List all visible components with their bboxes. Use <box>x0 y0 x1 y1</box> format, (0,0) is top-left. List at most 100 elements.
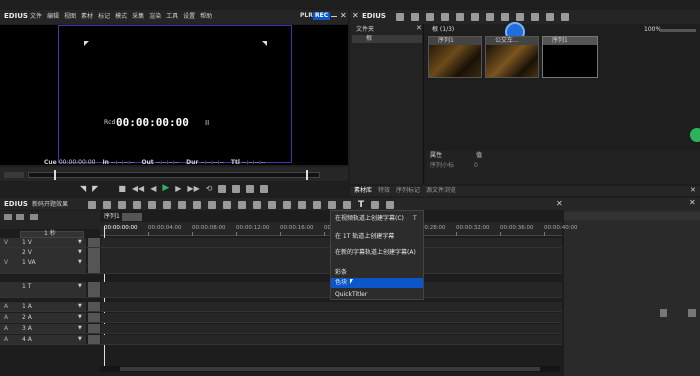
save-icon[interactable] <box>133 201 141 209</box>
track-row[interactable]: A 2 A ▼ <box>0 313 562 323</box>
track-sync-icon[interactable] <box>88 302 100 311</box>
cut-icon[interactable] <box>456 13 464 21</box>
menu-item[interactable]: 素材 <box>81 14 93 20</box>
list-icon[interactable] <box>386 201 395 209</box>
track-row[interactable]: 1 T ▼ <box>0 282 562 298</box>
track-header[interactable]: A 2 A ▼ <box>0 313 86 322</box>
track-sync-icon[interactable] <box>88 313 100 322</box>
menu-item[interactable]: 标记 <box>98 14 110 20</box>
bin-tab[interactable]: 源文件浏览 <box>426 186 456 196</box>
track-sync-icon[interactable] <box>88 258 100 273</box>
track-collapse-icon[interactable]: ▼ <box>78 284 82 289</box>
rec-toggle[interactable]: REC <box>313 12 331 20</box>
track-lane[interactable] <box>101 324 562 333</box>
menu-item[interactable]: 工具 <box>166 14 178 20</box>
copy-icon[interactable] <box>471 13 479 21</box>
timeline-hscroll-thumb[interactable] <box>120 367 540 371</box>
ripple-icon[interactable] <box>193 201 201 209</box>
context-menu-item[interactable]: 在新的字幕轨道上创建字幕(A) <box>331 248 423 258</box>
track-header[interactable]: A 3 A ▼ <box>0 324 86 333</box>
split-icon[interactable] <box>268 201 276 209</box>
scrub-handle[interactable] <box>54 170 56 180</box>
copy-icon[interactable] <box>163 201 171 209</box>
side-close-icon[interactable]: ✕ <box>689 199 696 207</box>
track-collapse-icon[interactable]: ▼ <box>78 304 82 309</box>
open-icon[interactable] <box>118 201 126 209</box>
track-header[interactable]: V 1 VA ▼ <box>0 258 86 273</box>
track-sync-icon[interactable] <box>88 324 100 333</box>
track-lane[interactable] <box>101 313 562 322</box>
add-clip-icon[interactable] <box>441 13 449 21</box>
side-grid-icon[interactable] <box>688 309 696 317</box>
bin-tabs-close-icon[interactable]: ✕ <box>690 187 696 194</box>
menu-item[interactable]: 设置 <box>183 14 195 20</box>
track-lane[interactable] <box>101 302 562 311</box>
bin-close-icon[interactable]: ✕ <box>352 12 359 20</box>
track-collapse-icon[interactable]: ▼ <box>78 240 82 245</box>
seq-tab-badge[interactable] <box>122 213 142 221</box>
track-collapse-icon[interactable]: ▼ <box>78 337 82 342</box>
view-mode-icon[interactable] <box>561 13 569 21</box>
audio-icon[interactable] <box>343 201 351 209</box>
transition-icon[interactable] <box>371 201 380 209</box>
context-menu-item[interactable]: QuickTitler <box>331 290 423 300</box>
scrub-left-icon[interactable] <box>4 172 24 178</box>
marker-icon[interactable] <box>253 201 261 209</box>
delete-icon[interactable] <box>501 13 509 21</box>
folder-icon[interactable] <box>426 13 434 21</box>
export-icon[interactable] <box>246 184 255 193</box>
sequence-icon[interactable] <box>88 201 96 209</box>
scrub-bar[interactable] <box>28 172 320 178</box>
properties-icon[interactable] <box>516 13 524 21</box>
undo-icon[interactable] <box>223 201 231 209</box>
context-menu-item[interactable]: 在视频轨道上创建字幕(C) T <box>331 214 423 224</box>
context-menu-item[interactable]: 在 1T 轨道上创建字幕 <box>331 232 423 242</box>
track-lock-icon[interactable] <box>16 214 24 220</box>
minimize-icon[interactable] <box>331 16 337 17</box>
track-row[interactable]: V 1 V ▼ <box>0 238 562 248</box>
render-icon[interactable] <box>328 201 336 209</box>
menu-item[interactable]: 视图 <box>64 14 76 20</box>
player-icon[interactable] <box>546 13 554 21</box>
track-sync-icon[interactable] <box>88 335 100 344</box>
settings-icon[interactable] <box>260 184 269 193</box>
track-header[interactable]: A 4 A ▼ <box>0 335 86 344</box>
title-icon[interactable]: T <box>358 201 364 210</box>
snap-icon[interactable] <box>283 201 291 209</box>
bin-tab[interactable]: 序列标记 <box>396 186 420 196</box>
track-lane[interactable] <box>101 335 562 344</box>
zoom-slider[interactable] <box>660 29 696 32</box>
context-menu-item[interactable]: 色块 <box>331 278 423 288</box>
menu-item[interactable]: 帮助 <box>200 14 212 20</box>
menu-item[interactable]: 编辑 <box>47 14 59 20</box>
search-icon[interactable] <box>396 13 404 21</box>
track-row[interactable]: A 1 A ▼ <box>0 302 562 312</box>
menu-item[interactable]: 文件 <box>30 14 42 20</box>
step-back-icon[interactable]: ◀ <box>150 184 156 193</box>
delete-icon[interactable] <box>178 201 186 209</box>
cut-icon[interactable] <box>148 201 156 209</box>
menu-item[interactable]: 渲染 <box>149 14 161 20</box>
track-collapse-icon[interactable]: ▼ <box>78 315 82 320</box>
rewind-icon[interactable]: ◀◀ <box>132 184 144 193</box>
close-gap-icon[interactable] <box>208 201 216 209</box>
loop-icon[interactable]: ⟲ <box>206 184 213 193</box>
folder-panel-close-icon[interactable]: ✕ <box>416 25 422 32</box>
new-icon[interactable] <box>103 201 111 209</box>
green-float-icon[interactable] <box>690 128 700 142</box>
mark-in-icon[interactable]: ◥ <box>80 184 86 193</box>
fast-forward-icon[interactable]: ▶▶ <box>187 184 199 193</box>
link-icon[interactable] <box>298 201 306 209</box>
step-forward-icon[interactable]: ▶ <box>175 184 181 193</box>
track-row[interactable]: V 1 VA ▼ <box>0 258 562 274</box>
plr-toggle[interactable]: PLR <box>300 13 313 19</box>
track-sync-icon[interactable] <box>88 238 100 247</box>
track-header[interactable]: V 1 V ▼ <box>0 238 86 247</box>
track-extra-icon[interactable] <box>30 214 38 220</box>
overwrite-icon[interactable] <box>232 184 241 193</box>
bin-tab[interactable]: 素材库 <box>354 186 372 196</box>
context-menu-item[interactable]: 彩条 <box>331 268 423 278</box>
track-collapse-icon[interactable]: ▼ <box>78 260 82 265</box>
track-row[interactable]: A 3 A ▼ <box>0 324 562 334</box>
track-sync-icon[interactable] <box>88 282 100 297</box>
